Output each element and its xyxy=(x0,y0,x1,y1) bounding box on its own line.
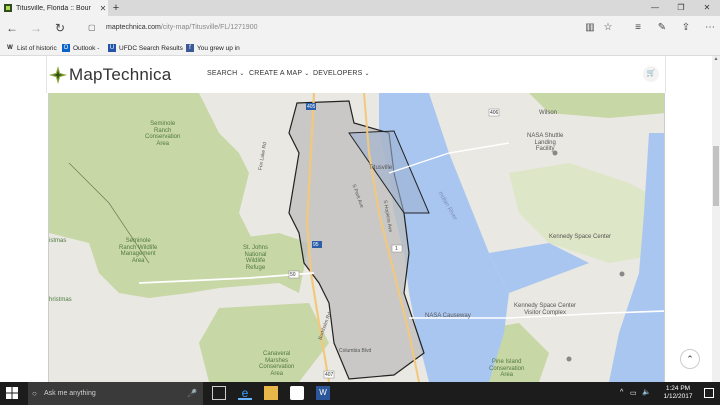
facebook-icon: f xyxy=(186,44,194,52)
tab-close-icon[interactable]: ✕ xyxy=(98,4,108,13)
park-label: Seminole Ranch Conservation Area xyxy=(145,121,181,147)
street-label: Columbia Blvd xyxy=(339,348,372,354)
favorite-ufdc[interactable]: U UFDC Search Results xyxy=(108,43,183,53)
road-shield-label: 405 xyxy=(307,104,316,110)
refresh-icon[interactable]: ↻ xyxy=(52,20,68,36)
poi-label: NASA Shuttle Landing Facility xyxy=(527,133,564,152)
windows-taskbar: ○ Ask me anything 🎤 e W ^ ▭ 🔈 1:24 PM 1/… xyxy=(0,382,720,405)
title-bar: Titusville, Florida :: Bour ✕ + — ❐ ✕ xyxy=(0,0,720,16)
navigation-bar: ← → ↻ ▢ maptechnica.com/city-map/Titusvi… xyxy=(0,16,720,40)
clock-time: 1:24 PM xyxy=(665,385,691,392)
road-shield-label: 407 xyxy=(325,372,334,378)
forward-arrow-icon[interactable]: → xyxy=(28,20,44,36)
microphone-icon[interactable]: 🎤 xyxy=(187,382,197,405)
park-label: Pine Island Conservation Area xyxy=(489,359,525,378)
edge-browser-icon[interactable]: e xyxy=(238,386,252,400)
park-label: hristmas xyxy=(49,297,72,303)
task-view-icon[interactable] xyxy=(212,386,226,400)
park-label: istmas xyxy=(49,238,67,244)
outlook-icon: O xyxy=(62,44,70,52)
poi-label: NASA Causeway xyxy=(425,313,471,319)
road-shield-label: 50 xyxy=(290,272,296,278)
cortana-search-box[interactable]: ○ Ask me anything 🎤 xyxy=(28,382,203,405)
chevron-down-icon: ⌄ xyxy=(364,71,370,77)
scroll-up-icon[interactable]: ▲ xyxy=(712,56,720,64)
maptechnica-logo-icon[interactable] xyxy=(49,66,67,84)
taskbar-clock[interactable]: 1:24 PM 1/12/2017 xyxy=(658,385,698,401)
city-label: Wilson xyxy=(539,110,558,116)
park-label: Seminole Ranch Wildlife Management Area xyxy=(119,238,158,264)
clock-date: 1/12/2017 xyxy=(663,393,693,400)
scroll-thumb[interactable] xyxy=(713,146,719,206)
favorites-bar: W List of historic O Outlook - U UFDC Se… xyxy=(0,40,720,56)
volume-icon[interactable]: 🔈 xyxy=(642,388,651,396)
minimize-button[interactable]: — xyxy=(642,0,668,16)
park-label: St. Johns National Wildlife Refuge xyxy=(243,245,269,271)
search-placeholder: Ask me anything xyxy=(44,390,96,397)
poi-marker xyxy=(566,356,572,362)
menu-label: SEARCH xyxy=(207,70,238,77)
action-center-icon[interactable] xyxy=(704,388,714,398)
city-map[interactable]: Titusville Wilson Kennedy Space Center N… xyxy=(48,93,665,382)
road-shield-label: 406 xyxy=(490,110,499,116)
menu-label: CREATE A MAP xyxy=(249,70,303,77)
more-icon[interactable]: ⋯ xyxy=(702,20,718,36)
browser-tab[interactable]: Titusville, Florida :: Bour ✕ xyxy=(0,0,108,16)
tray-chevron-icon[interactable]: ^ xyxy=(620,389,623,396)
web-note-icon[interactable]: ✎ xyxy=(654,20,670,36)
file-explorer-icon[interactable] xyxy=(264,386,278,400)
chevron-down-icon: ⌄ xyxy=(304,71,310,77)
new-tab-button[interactable]: + xyxy=(110,1,122,15)
close-window-button[interactable]: ✕ xyxy=(694,0,720,16)
park-label: Canaveral Marshes Conservation Area xyxy=(259,351,295,377)
cart-icon[interactable]: 🛒 xyxy=(643,66,659,82)
address-bar[interactable]: ▢ maptechnica.com/city-map/Titusville/FL… xyxy=(84,20,604,36)
reading-view-icon[interactable]: ▥ xyxy=(582,20,598,36)
windows-start-icon[interactable] xyxy=(6,387,18,399)
url-host: maptechnica.com xyxy=(106,24,161,31)
maximize-button[interactable]: ❐ xyxy=(668,0,694,16)
road-shield-label: 1 xyxy=(395,246,398,252)
word-icon[interactable]: W xyxy=(316,386,330,400)
menu-label: DEVELOPERS xyxy=(313,70,363,77)
hub-icon[interactable]: ≡ xyxy=(630,20,646,36)
network-icon[interactable]: ▭ xyxy=(630,389,637,397)
share-icon[interactable]: ⇪ xyxy=(678,20,694,36)
favorite-label: You grew up in xyxy=(197,44,240,52)
site-header: MapTechnica SEARCH ⌄ CREATE A MAP ⌄ DEVELO… xyxy=(46,56,666,93)
road-shield-label: 95 xyxy=(313,242,319,248)
poi-marker xyxy=(619,271,625,277)
poi-label: Kennedy Space Center Visitor Complex xyxy=(514,303,577,316)
back-arrow-icon[interactable]: ← xyxy=(4,20,20,36)
site-favicon-icon xyxy=(4,4,12,12)
scroll-to-top-button[interactable]: ⌃ xyxy=(680,349,700,369)
menu-developers[interactable]: DEVELOPERS ⌄ xyxy=(313,70,370,77)
favorite-label: List of historic xyxy=(17,44,57,52)
menu-create-a-map[interactable]: CREATE A MAP ⌄ xyxy=(249,70,309,77)
web-page: MapTechnica SEARCH ⌄ CREATE A MAP ⌄ DEVELO… xyxy=(0,56,720,382)
favorite-label: Outlook - xyxy=(73,44,100,52)
menu-search[interactable]: SEARCH ⌄ xyxy=(207,70,245,77)
tab-title: Titusville, Florida :: Bour xyxy=(16,4,91,12)
favorite-star-icon[interactable]: ☆ xyxy=(600,20,616,36)
chevron-down-icon: ⌄ xyxy=(239,71,245,77)
wikipedia-icon: W xyxy=(7,45,13,51)
favorite-you-grew-up-in[interactable]: f You grew up in xyxy=(186,43,240,53)
page-info-icon: ▢ xyxy=(88,23,96,32)
city-label: Titusville xyxy=(369,165,393,171)
url-path: /city-map/Titusville/FL/1271900 xyxy=(160,24,258,31)
site-logo-text[interactable]: MapTechnica xyxy=(69,65,171,85)
favorite-label: UFDC Search Results xyxy=(119,44,183,52)
favorite-outlook[interactable]: O Outlook - xyxy=(62,43,99,53)
ufdc-icon: U xyxy=(108,44,116,52)
search-icon: ○ xyxy=(32,389,37,398)
store-icon[interactable] xyxy=(290,386,304,400)
page-scrollbar[interactable]: ▲ xyxy=(712,56,720,382)
city-label: Kennedy Space Center xyxy=(549,234,612,240)
favorite-list-of-historic[interactable]: W List of historic xyxy=(6,43,57,53)
